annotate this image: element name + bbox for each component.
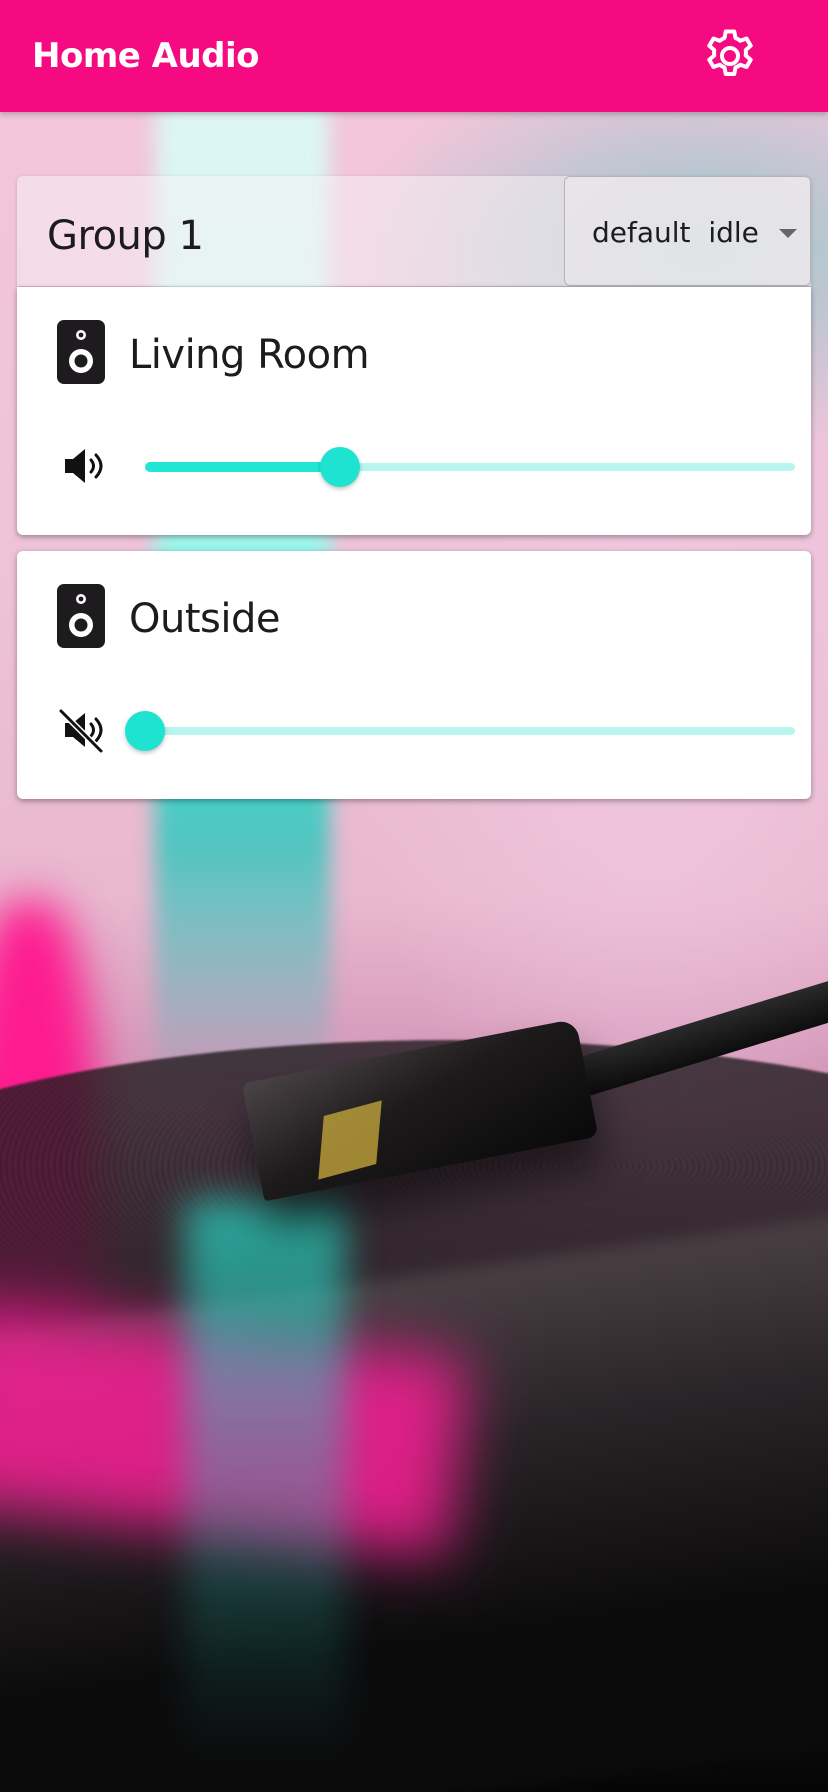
volume-slider[interactable]: [125, 711, 795, 751]
slider-thumb[interactable]: [320, 447, 360, 487]
chevron-down-icon: [779, 229, 797, 238]
group-source-select[interactable]: default idle: [564, 176, 811, 286]
zone-card-outside: Outside: [17, 551, 811, 799]
app-title: Home Audio: [32, 36, 260, 76]
group-header: Group 1 default idle: [17, 176, 811, 286]
volume-mute-icon[interactable]: [53, 701, 111, 759]
volume-slider[interactable]: [145, 447, 795, 487]
slider-thumb[interactable]: [125, 711, 165, 751]
zone-name: Outside: [129, 596, 280, 642]
zone-name: Living Room: [129, 332, 370, 378]
volume-up-icon[interactable]: [53, 437, 111, 495]
group-source-value: default idle: [592, 216, 759, 249]
speaker-icon: [57, 320, 105, 384]
slider-rail: [145, 727, 795, 735]
slider-track: [145, 462, 340, 472]
gear-icon[interactable]: [700, 26, 760, 86]
group-title: Group 1: [47, 213, 204, 259]
zone-card-living-room: Living Room: [17, 287, 811, 535]
app-bar: Home Audio: [0, 0, 828, 112]
speaker-icon: [57, 584, 105, 648]
